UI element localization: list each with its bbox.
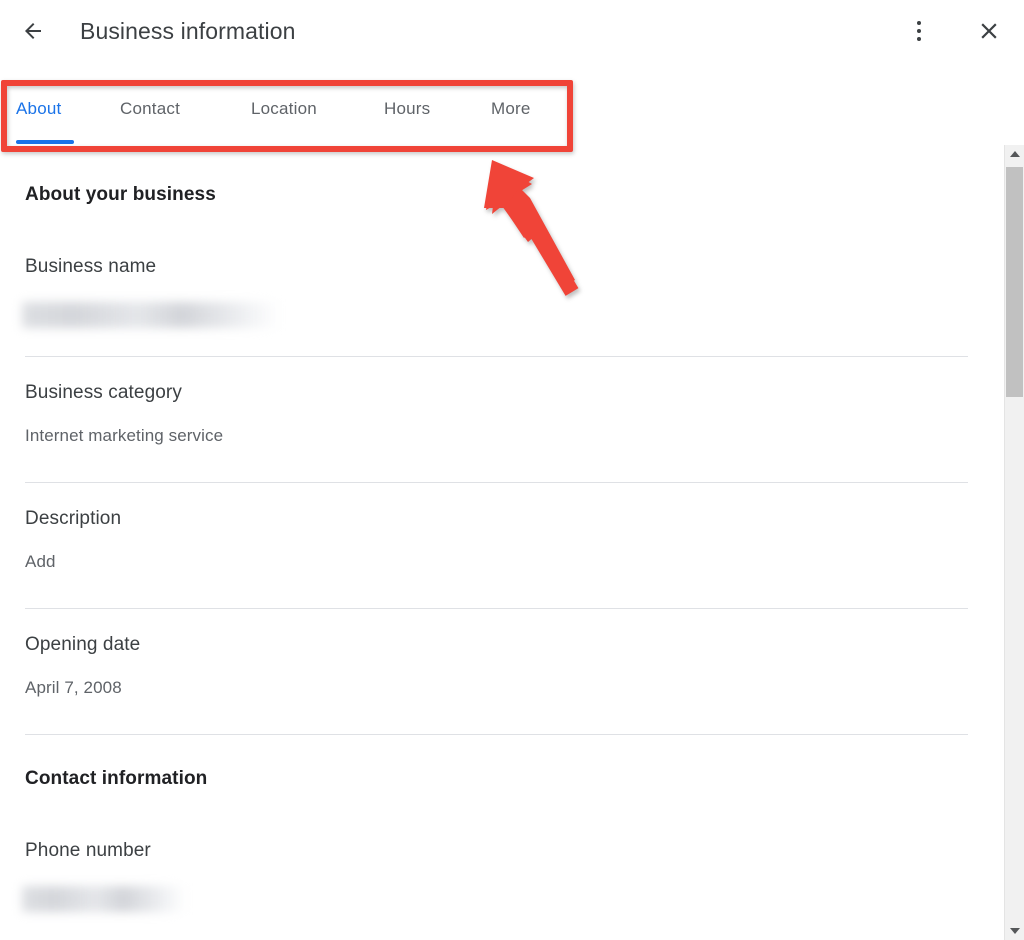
close-button[interactable] bbox=[970, 12, 1008, 50]
field-divider bbox=[25, 356, 968, 357]
scrollbar-thumb[interactable] bbox=[1006, 167, 1023, 397]
redacted-field-value[interactable] bbox=[22, 302, 280, 328]
field-divider bbox=[25, 608, 968, 609]
scroll-up-button[interactable] bbox=[1005, 145, 1024, 163]
scroll-down-button[interactable] bbox=[1005, 922, 1024, 940]
arrow-back-icon bbox=[25, 23, 41, 39]
field-label: Opening date bbox=[25, 634, 141, 655]
tab-active-indicator bbox=[16, 140, 74, 144]
page-title: Business information bbox=[80, 18, 296, 44]
back-button[interactable] bbox=[14, 12, 52, 50]
section-heading: About your business bbox=[25, 184, 216, 205]
more-options-button[interactable] bbox=[902, 12, 936, 50]
scroll-up-arrow-icon bbox=[1009, 151, 1020, 157]
close-icon bbox=[981, 23, 997, 39]
field-value[interactable]: April 7, 2008 bbox=[25, 678, 122, 698]
more-vert-icon-dot-1 bbox=[916, 20, 922, 26]
vertical-scrollbar[interactable] bbox=[1004, 145, 1024, 940]
tab-about[interactable]: About bbox=[16, 86, 61, 148]
panel-header: Business information bbox=[0, 0, 1024, 62]
tab-bar: About Contact Location Hours More bbox=[0, 86, 1024, 148]
section-heading: Contact information bbox=[25, 768, 208, 789]
field-label: Business name bbox=[25, 256, 157, 277]
field-value[interactable]: Add bbox=[25, 552, 56, 572]
scroll-down-arrow-icon bbox=[1009, 928, 1020, 934]
field-label: Business category bbox=[25, 382, 182, 403]
field-divider bbox=[25, 734, 968, 735]
redacted-field-value[interactable] bbox=[22, 886, 186, 912]
field-value[interactable]: Internet marketing service bbox=[25, 426, 223, 446]
field-divider bbox=[25, 482, 968, 483]
more-vert-icon-dot-3 bbox=[916, 36, 922, 42]
tab-contact[interactable]: Contact bbox=[120, 86, 180, 148]
about-content-area: About your business Business name Business… bbox=[0, 150, 1002, 940]
business-information-panel: Business information About Contact Locatio… bbox=[0, 0, 1024, 940]
field-label: Phone number bbox=[25, 840, 151, 861]
field-label: Description bbox=[25, 508, 122, 529]
more-vert-icon-dot-2 bbox=[916, 28, 922, 34]
tab-more[interactable]: More bbox=[491, 86, 531, 148]
tab-location[interactable]: Location bbox=[251, 86, 317, 148]
tab-hours[interactable]: Hours bbox=[384, 86, 430, 148]
